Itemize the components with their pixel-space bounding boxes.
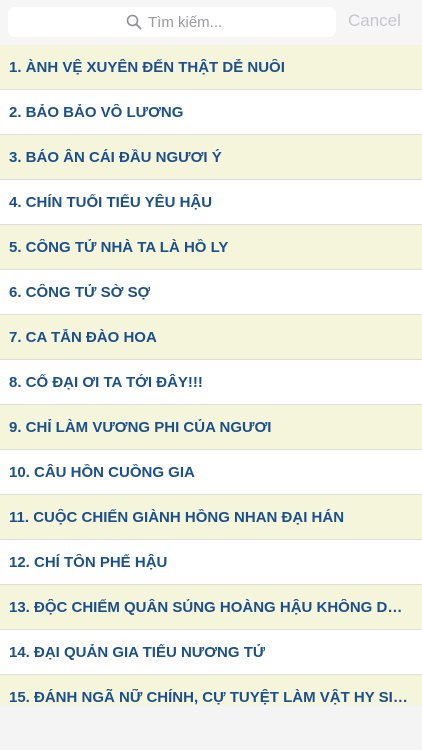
list-item-label: 15. ĐÁNH NGÃ NỮ CHÍNH, CỰ TUYỆT LÀM VẬT … — [9, 688, 408, 706]
list-item[interactable]: 13. ĐỘC CHIẾM QUÂN SỦNG HOÀNG HẬU KHÔNG … — [0, 585, 422, 630]
list-item-label: 3. BÁO ÂN CÁI ĐẦU NGƯƠI Ý — [9, 148, 222, 166]
list-item-label: 2. BẢO BẢO VÔ LƯƠNG — [9, 103, 184, 121]
list-item-label: 5. CÔNG TỬ NHÀ TA LÀ HỒ LY — [9, 238, 229, 256]
list-item-label: 14. ĐẠI QUẢN GIA TIỂU NƯƠNG TỬ — [9, 643, 266, 661]
list-item-label: 4. CHÍN TUỔI TIỂU YÊU HẬU — [9, 193, 213, 211]
list-item-label: 8. CỔ ĐẠI ƠI TA TỚI ĐÂY!!! — [9, 373, 203, 391]
list-item-label: 12. CHÍ TÔN PHẾ HẬU — [9, 553, 168, 571]
list-item[interactable]: 4. CHÍN TUỔI TIỂU YÊU HẬU — [0, 180, 422, 225]
bottom-area — [0, 705, 422, 750]
list-item-label: 13. ĐỘC CHIẾM QUÂN SỦNG HOÀNG HẬU KHÔNG … — [9, 598, 408, 616]
list-item[interactable]: 10. CÂU HỒN CUỒNG GIA — [0, 450, 422, 495]
cancel-button[interactable]: Cancel — [348, 11, 401, 31]
list-item[interactable]: 7. CA TẪN ĐÀO HOA — [0, 315, 422, 360]
list-item[interactable]: 5. CÔNG TỬ NHÀ TA LÀ HỒ LY — [0, 225, 422, 270]
list-item-label: 6. CÔNG TỬ SỜ SỢ — [9, 283, 151, 301]
list-item-label: 11. CUỘC CHIẾN GIÀNH HỒNG NHAN ĐẠI HÁN — [9, 508, 345, 526]
list-item-label: 10. CÂU HỒN CUỒNG GIA — [9, 463, 195, 481]
search-bar: Cancel — [0, 0, 422, 45]
list-item-label: 7. CA TẪN ĐÀO HOA — [9, 328, 157, 346]
search-icon — [126, 14, 142, 30]
story-list: 1. ÀNH VỆ XUYÊN ĐẾN THẬT DỄ NUÔI 2. BẢO … — [0, 45, 422, 705]
list-item[interactable]: 2. BẢO BẢO VÔ LƯƠNG — [0, 90, 422, 135]
list-item[interactable]: 9. CHỈ LÀM VƯƠNG PHI CỦA NGƯƠI — [0, 405, 422, 450]
list-item-label: 9. CHỈ LÀM VƯƠNG PHI CỦA NGƯƠI — [9, 418, 272, 436]
list-item[interactable]: 8. CỔ ĐẠI ƠI TA TỚI ĐÂY!!! — [0, 360, 422, 405]
list-item[interactable]: 11. CUỘC CHIẾN GIÀNH HỒNG NHAN ĐẠI HÁN — [0, 495, 422, 540]
list-item-label: 1. ÀNH VỆ XUYÊN ĐẾN THẬT DỄ NUÔI — [9, 58, 285, 76]
search-field[interactable] — [8, 7, 336, 37]
list-item[interactable]: 3. BÁO ÂN CÁI ĐẦU NGƯƠI Ý — [0, 135, 422, 180]
list-item[interactable]: 1. ÀNH VỆ XUYÊN ĐẾN THẬT DỄ NUÔI — [0, 45, 422, 90]
list-item[interactable]: 14. ĐẠI QUẢN GIA TIỂU NƯƠNG TỬ — [0, 630, 422, 675]
list-item[interactable]: 6. CÔNG TỬ SỜ SỢ — [0, 270, 422, 315]
list-item[interactable]: 12. CHÍ TÔN PHẾ HẬU — [0, 540, 422, 585]
search-input[interactable] — [148, 7, 328, 37]
list-item[interactable]: 15. ĐÁNH NGÃ NỮ CHÍNH, CỰ TUYỆT LÀM VẬT … — [0, 675, 422, 705]
